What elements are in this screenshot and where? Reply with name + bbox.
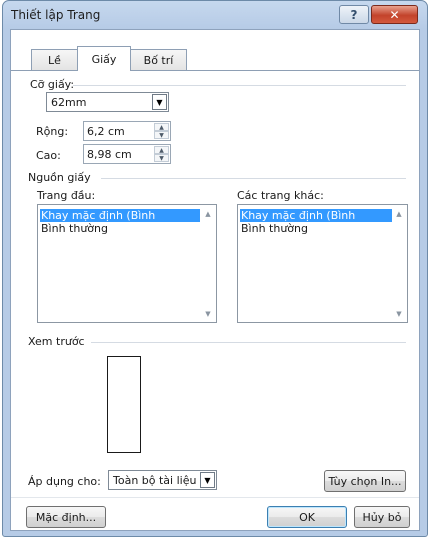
tab-label: Lề	[48, 53, 61, 67]
arrow-down-icon[interactable]: ▼	[154, 131, 169, 139]
first-page-label: Trang đầu:	[37, 189, 96, 202]
other-pages-label: Các trang khác:	[237, 189, 324, 202]
arrow-up-icon[interactable]: ▲	[154, 146, 169, 154]
spin-buttons: ▲ ▼	[154, 146, 169, 162]
width-value: 6,2 cm	[87, 125, 125, 138]
arrow-up-icon[interactable]: ▲	[154, 123, 169, 131]
close-icon: ✕	[389, 7, 400, 22]
chevron-down-icon[interactable]: ▼	[152, 94, 167, 110]
scroll-up-icon[interactable]: ▲	[202, 210, 214, 218]
title-bar[interactable]: Thiết lập Trang ? ✕	[3, 1, 427, 29]
height-spinner[interactable]: 8,98 cm ▲ ▼	[83, 144, 171, 164]
tab-paper[interactable]: Giấy	[77, 46, 131, 71]
scroll-down-icon[interactable]: ▼	[393, 310, 405, 318]
paper-source-section-label: Nguồn giấy	[28, 171, 91, 184]
button-label: Tùy chọn In...	[328, 474, 402, 488]
tab-label: Giấy	[91, 52, 117, 66]
footer-divider	[11, 497, 419, 498]
first-page-tray-list[interactable]: Khay mặc định (Bình thường) Bình thường …	[37, 204, 217, 323]
height-label: Cao:	[36, 149, 61, 162]
section-divider	[73, 85, 406, 86]
button-label: OK	[299, 510, 315, 524]
width-spinner[interactable]: 6,2 cm ▲ ▼	[83, 121, 171, 141]
paper-size-select[interactable]: 62mm ▼	[46, 92, 169, 112]
ok-button[interactable]: OK	[267, 506, 347, 528]
dialog-body: Lề Giấy Bố trí Cỡ giấy: 62mm ▼ Rộng: 6,2…	[10, 29, 420, 531]
help-button[interactable]: ?	[339, 5, 369, 24]
button-label: Hủy bỏ	[362, 510, 402, 524]
section-divider	[101, 178, 406, 179]
arrow-down-icon[interactable]: ▼	[154, 154, 169, 162]
paper-size-section-label: Cỡ giấy:	[30, 78, 75, 91]
close-button[interactable]: ✕	[371, 5, 418, 24]
chevron-down-icon[interactable]: ▼	[200, 472, 215, 488]
apply-to-label: Áp dụng cho:	[28, 475, 101, 488]
list-item[interactable]: Khay mặc định (Bình thường)	[40, 209, 200, 235]
tab-panel-border	[11, 70, 419, 71]
spin-buttons: ▲ ▼	[154, 123, 169, 139]
list-item[interactable]: Bình thường	[40, 222, 200, 235]
scroll-down-icon[interactable]: ▼	[202, 310, 214, 318]
set-default-button[interactable]: Mặc định...	[26, 506, 106, 528]
cancel-button[interactable]: Hủy bỏ	[354, 506, 410, 528]
height-value: 8,98 cm	[87, 148, 132, 161]
list-item[interactable]: Khay mặc định (Bình thường)	[240, 209, 392, 235]
other-pages-tray-list[interactable]: Khay mặc định (Bình thường) Bình thường …	[237, 204, 408, 323]
print-options-button[interactable]: Tùy chọn In...	[324, 470, 406, 492]
apply-to-select[interactable]: Toàn bộ tài liệu ▼	[108, 470, 217, 490]
page-preview	[107, 356, 141, 453]
tab-label: Bố trí	[143, 53, 174, 67]
button-label: Mặc định...	[35, 510, 97, 524]
help-icon: ?	[350, 7, 358, 22]
preview-section-label: Xem trước	[28, 335, 85, 348]
paper-size-value: 62mm	[51, 96, 87, 109]
apply-to-value: Toàn bộ tài liệu	[113, 474, 197, 487]
list-item[interactable]: Bình thường	[240, 222, 392, 235]
tab-layout[interactable]: Bố trí	[130, 49, 187, 70]
page-setup-dialog: Thiết lập Trang ? ✕ Lề Giấy Bố trí Cỡ gi…	[2, 0, 428, 537]
width-label: Rộng:	[36, 125, 69, 138]
tab-margins[interactable]: Lề	[31, 49, 78, 70]
window-title: Thiết lập Trang	[11, 8, 101, 22]
scroll-up-icon[interactable]: ▲	[393, 210, 405, 218]
section-divider	[91, 342, 406, 343]
